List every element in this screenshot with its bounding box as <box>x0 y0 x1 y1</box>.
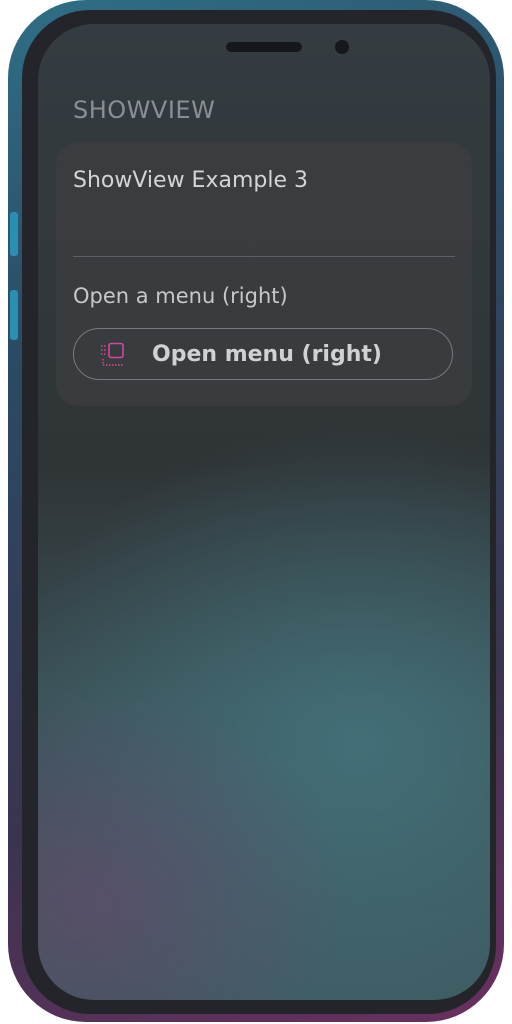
phone-frame: SHOWVIEW ShowView Example 3 Open a menu … <box>8 0 504 1022</box>
row-label: Open a menu (right) <box>73 284 288 308</box>
divider <box>73 256 455 257</box>
sidebar-right-icon <box>98 342 126 368</box>
card-title: ShowView Example 3 <box>73 168 308 193</box>
open-menu-right-label: Open menu (right) <box>152 342 382 367</box>
volume-up-button <box>10 212 18 256</box>
open-menu-right-button[interactable]: Open menu (right) <box>73 328 453 380</box>
front-camera <box>335 40 349 54</box>
screen: SHOWVIEW ShowView Example 3 Open a menu … <box>38 24 490 1000</box>
section-header: SHOWVIEW <box>73 96 216 124</box>
showview-card: ShowView Example 3 Open a menu (right) O… <box>56 142 472 406</box>
speaker-grille <box>226 42 302 52</box>
volume-down-button <box>10 290 18 340</box>
